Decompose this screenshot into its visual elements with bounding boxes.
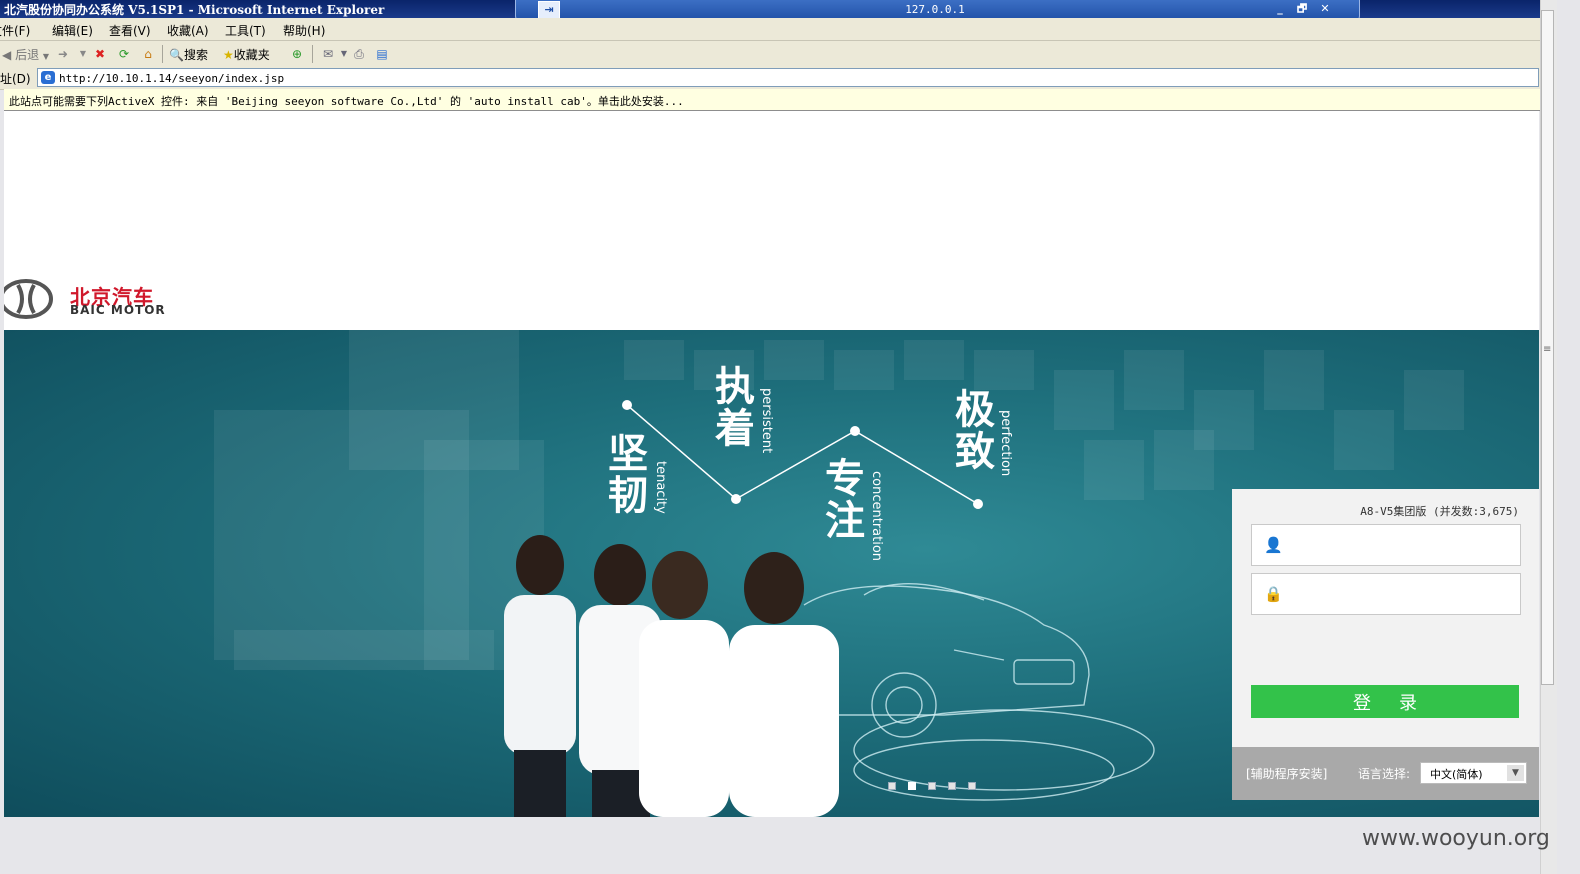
toolbar-separator — [312, 45, 313, 63]
slogan-perfection-en: perfection — [998, 410, 1013, 477]
carousel-dot[interactable] — [948, 782, 956, 790]
chevron-down-icon[interactable]: ▼ — [1507, 765, 1524, 781]
brand-name-en: BAIC MOTOR — [70, 303, 166, 317]
language-select[interactable]: 中文(简体) ▼ — [1420, 762, 1527, 784]
password-input[interactable] — [1290, 582, 1514, 608]
helper-install-link[interactable]: [辅助程序安装] — [1246, 765, 1327, 782]
menu-edit[interactable]: 编辑(E) — [52, 22, 93, 39]
web-page: 北京汽车 BAIC MOTOR 坚韧 tenacity 执着 persisten… — [4, 111, 1539, 861]
menu-help[interactable]: 帮助(H) — [283, 22, 325, 39]
favorites-label: 收藏夹 — [233, 48, 270, 62]
slogan-concentration-cn: 专注 — [825, 456, 865, 544]
user-icon: 👤 — [1264, 536, 1283, 554]
pin-icon[interactable]: ⇥ — [538, 1, 560, 19]
carousel-dot[interactable] — [888, 782, 896, 790]
login-footer: [辅助程序安装] 语言选择: 中文(简体) ▼ — [1232, 747, 1539, 800]
window-title: 北汽股份协同办公系统 V5.1SP1 - Microsoft Internet … — [4, 3, 385, 17]
slogan-perfection-cn: 极致 — [955, 387, 995, 475]
menu-file[interactable]: 文件(F) — [0, 22, 30, 39]
edition-label: A8-V5集团版 (并发数:3,675) — [1360, 505, 1519, 518]
back-icon: ◀ — [2, 48, 12, 62]
carousel-dot[interactable] — [968, 782, 976, 790]
language-label: 语言选择: — [1358, 767, 1411, 781]
home-icon[interactable]: ⌂ — [140, 46, 156, 62]
star-icon: ★ — [223, 48, 234, 62]
back-label: 后退 — [15, 48, 40, 62]
toolbar-separator — [162, 45, 163, 63]
forward-dropdown-icon[interactable]: ▼ — [75, 46, 91, 62]
activex-info-bar[interactable]: 此站点可能需要下列ActiveX 控件: 来自 'Beijing seeyon … — [4, 89, 1540, 111]
slogan-concentration-en: concentration — [869, 471, 884, 562]
grip-icon: ≡ — [1543, 344, 1552, 355]
carousel-dot[interactable] — [928, 782, 936, 790]
lock-icon: 🔒 — [1264, 585, 1283, 603]
close-icon[interactable]: ✕ — [1317, 2, 1333, 16]
back-button[interactable]: ◀ 后退 ▼ — [2, 46, 49, 63]
slogan-tenacity-en: tenacity — [653, 461, 668, 514]
horizontal-scroll-strip — [0, 861, 1540, 874]
dropdown-arrow-icon: ▼ — [42, 52, 50, 61]
baic-logo-icon — [4, 279, 53, 319]
mail-icon[interactable]: ✉ — [320, 46, 336, 62]
language-value: 中文(简体) — [1430, 768, 1483, 781]
mail-dropdown-icon[interactable]: ▼ — [336, 46, 352, 62]
slogan-tenacity-cn: 坚韧 — [608, 431, 648, 519]
slogan-persistent-en: persistent — [759, 388, 774, 454]
address-url[interactable]: http://10.10.1.14/seeyon/index.jsp — [59, 72, 284, 85]
login-panel: A8-V5集团版 (并发数:3,675) 👤 🔒 登录 [辅助程序安装] 语言选… — [1232, 489, 1539, 800]
login-button[interactable]: 登录 — [1251, 685, 1519, 718]
carousel-dot[interactable] — [908, 782, 916, 790]
remote-host-label: 127.0.0.1 — [905, 3, 965, 16]
username-field[interactable]: 👤 — [1251, 524, 1521, 566]
address-label: 地址(D) — [0, 72, 31, 86]
edit-icon[interactable]: ▤ — [374, 46, 390, 62]
slogan-persistent-cn: 执着 — [715, 364, 755, 452]
refresh-icon[interactable]: ⟳ — [116, 46, 132, 62]
minimize-icon[interactable]: _ — [1272, 2, 1288, 16]
menu-view[interactable]: 查看(V) — [109, 22, 151, 39]
username-input[interactable] — [1290, 533, 1514, 559]
activex-info-text[interactable]: 此站点可能需要下列ActiveX 控件: 来自 'Beijing seeyon … — [9, 93, 684, 109]
ie-page-icon: e — [41, 71, 55, 84]
restore-icon[interactable]: 🗗 — [1294, 2, 1310, 16]
favorites-button[interactable]: ★收藏夹 — [223, 46, 270, 63]
menu-favorites[interactable]: 收藏(A) — [167, 22, 209, 39]
watermark: www.wooyun.org — [1362, 826, 1550, 851]
print-icon[interactable]: ⎙ — [351, 46, 367, 62]
menu-tools[interactable]: 工具(T) — [225, 22, 266, 39]
history-icon[interactable]: ⊕ — [289, 46, 305, 62]
search-icon: 🔍 — [169, 48, 184, 62]
password-field[interactable]: 🔒 — [1251, 573, 1521, 615]
forward-icon[interactable]: ➜ — [55, 46, 71, 62]
search-label: 搜索 — [183, 48, 208, 62]
search-button[interactable]: 🔍搜索 — [169, 46, 208, 63]
stop-icon[interactable]: ✖ — [92, 46, 108, 62]
page-footer-strip — [4, 817, 1539, 861]
